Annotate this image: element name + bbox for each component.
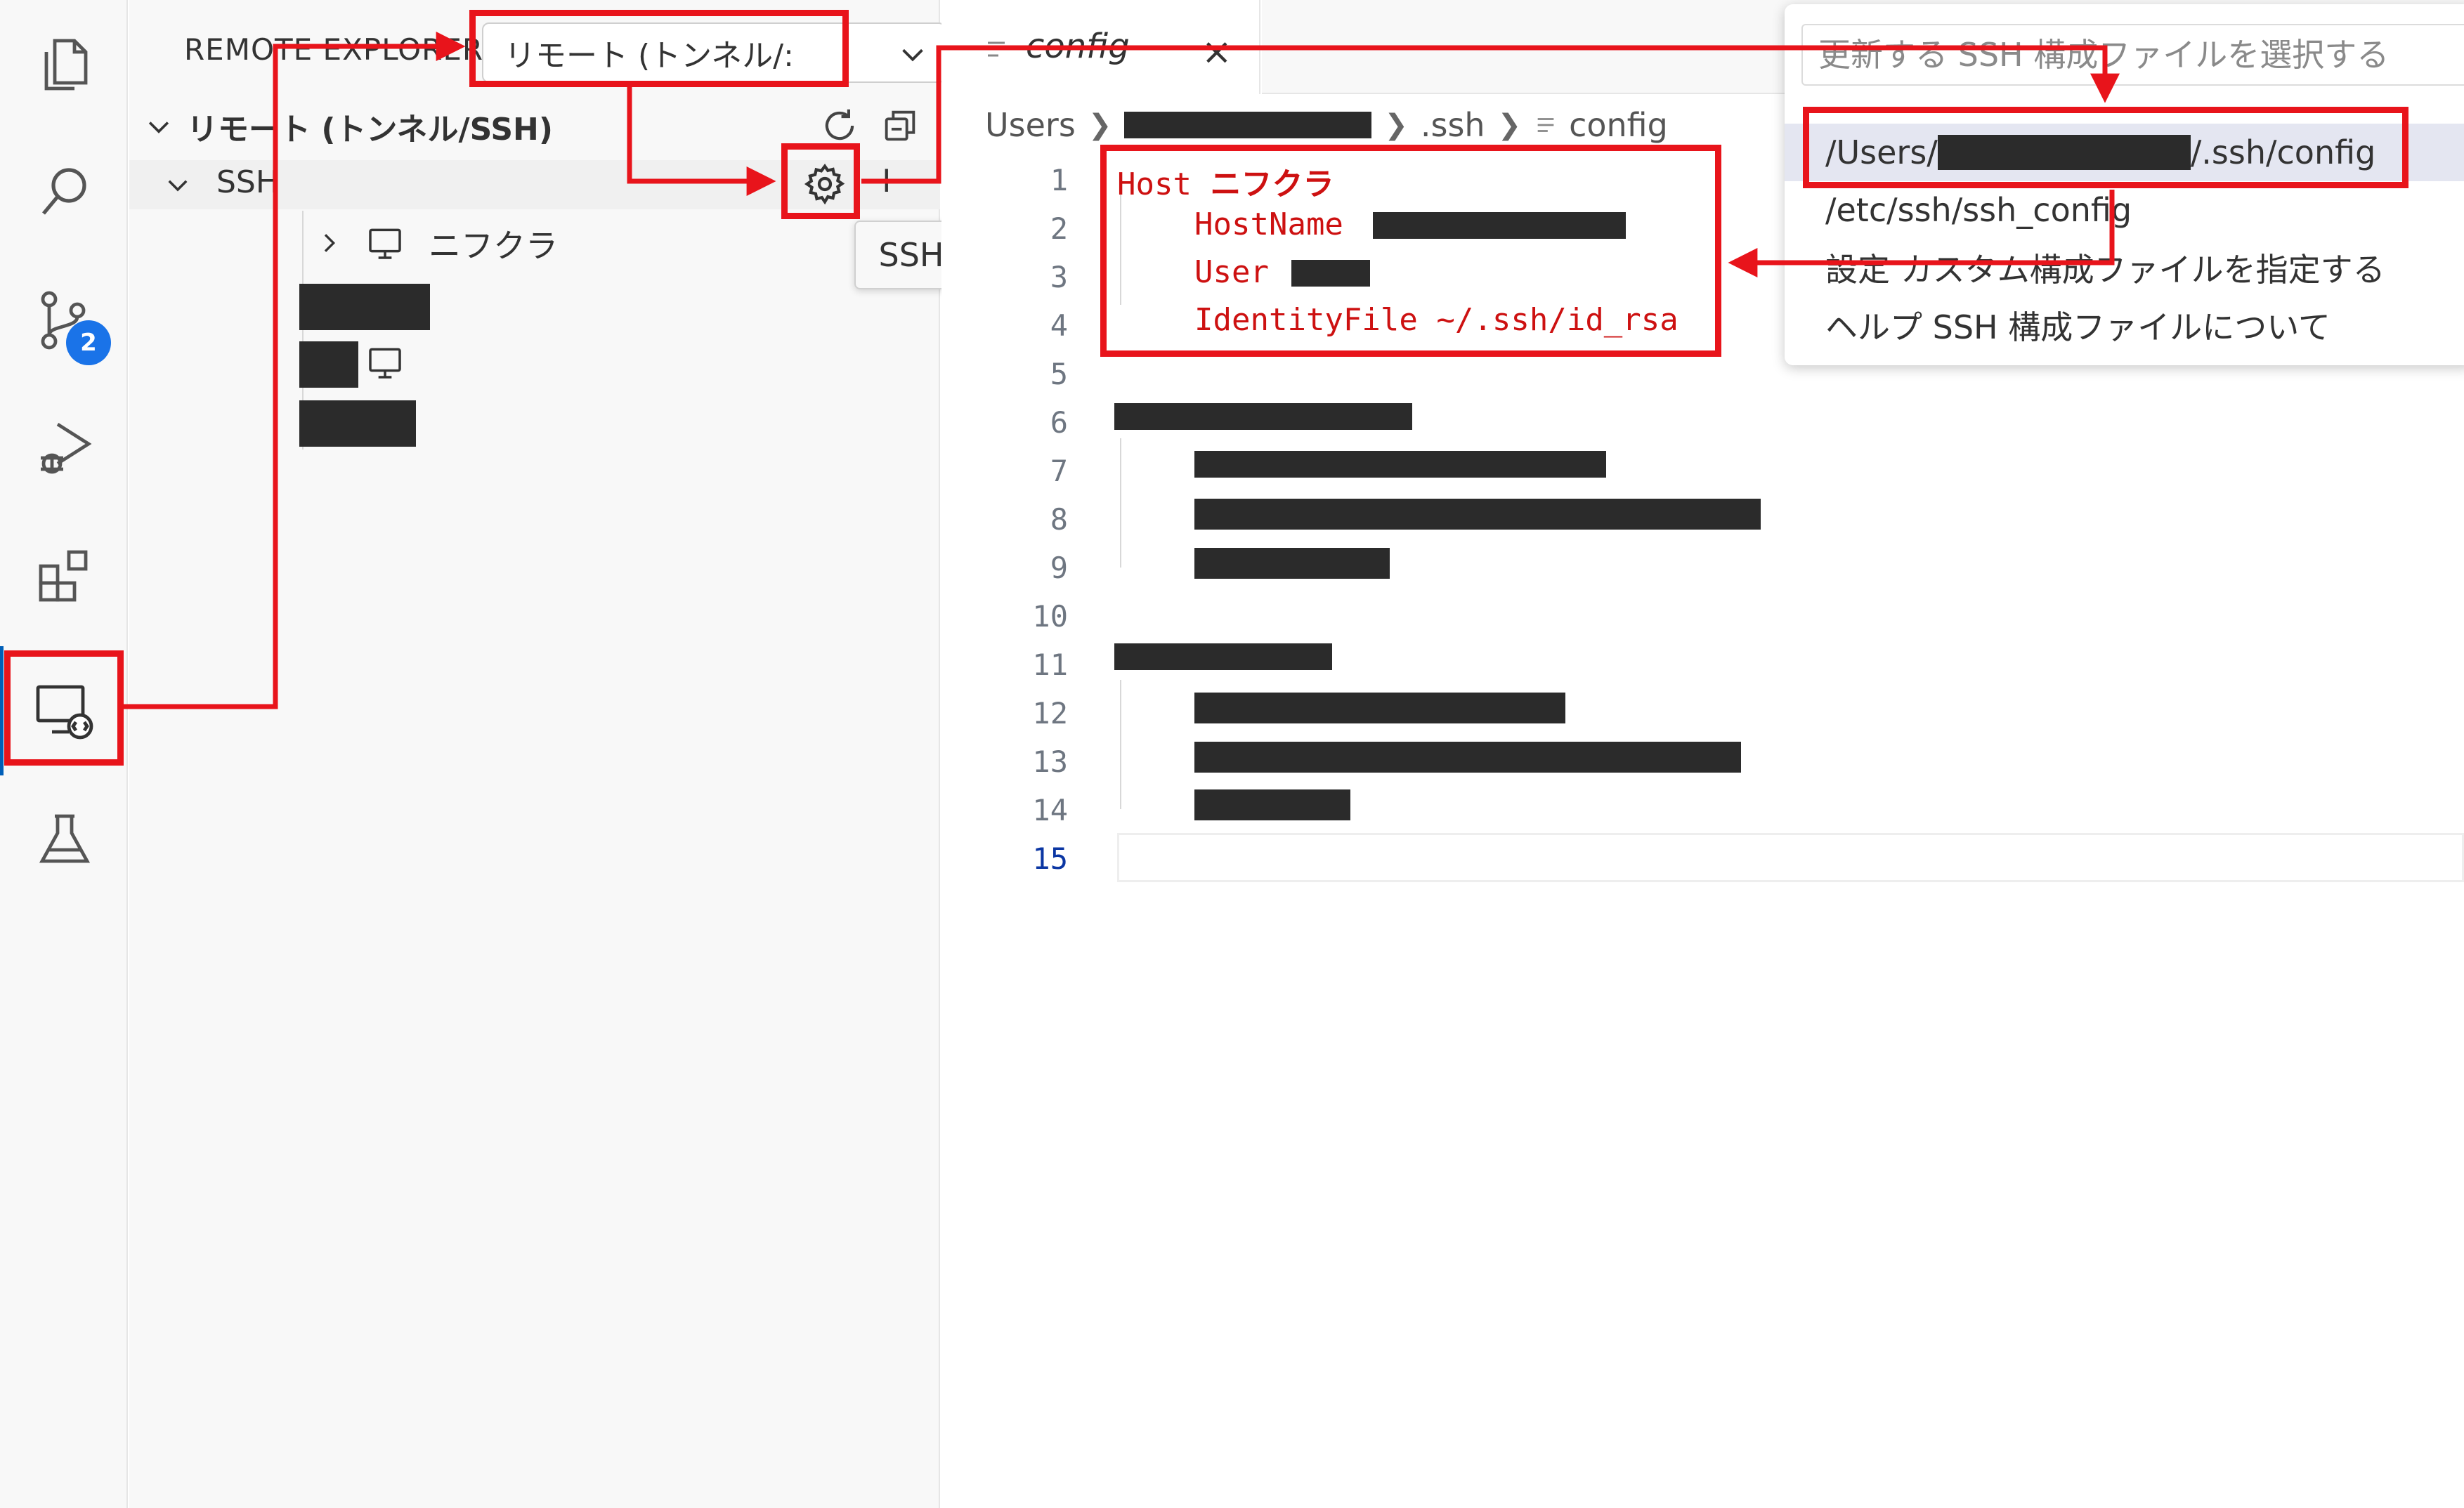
file-lines-icon <box>1537 118 1554 132</box>
file-lines-icon <box>988 41 1005 57</box>
annotation-box-gear <box>781 143 860 219</box>
annotation-box-dropdown <box>469 10 849 87</box>
redacted-code <box>1194 499 1761 530</box>
line-number: 14 <box>1032 793 1068 827</box>
remote-explorer-sidebar: REMOTE EXPLORER リモート (トンネル/: ··· リモート (ト… <box>129 0 1020 1508</box>
tab-label: config <box>1026 27 1130 66</box>
chevron-down-icon <box>902 48 923 62</box>
line-number: 6 <box>1050 405 1068 440</box>
line-number: 2 <box>1050 211 1068 246</box>
line-number: 11 <box>1032 648 1068 682</box>
chevron-right-icon: ❯ <box>1384 109 1408 141</box>
tab-config[interactable]: config × <box>941 0 1260 94</box>
active-indicator <box>0 646 4 775</box>
line-number: 3 <box>1050 260 1068 294</box>
sidebar-title: REMOTE EXPLORER <box>184 32 484 67</box>
collapse-all-icon[interactable] <box>880 105 920 146</box>
quick-pick-item-help[interactable]: ヘルプ SSH 構成ファイルについて <box>1785 296 2464 354</box>
line-number: 10 <box>1032 599 1068 634</box>
redacted-code <box>1194 451 1606 478</box>
line-number: 4 <box>1050 308 1068 343</box>
breadcrumb-item[interactable]: config <box>1569 106 1668 144</box>
host-label: ニフクラ <box>429 227 558 265</box>
redacted-host-label <box>299 284 430 330</box>
quick-pick-input[interactable] <box>1801 24 2464 86</box>
redacted-code <box>1114 403 1412 430</box>
section-title: リモート (トンネル/SSH) <box>187 112 553 147</box>
line-number: 7 <box>1050 454 1068 488</box>
source-control-badge: 2 <box>66 320 111 365</box>
redacted-code <box>1194 693 1565 723</box>
monitor-icon <box>369 228 401 259</box>
run-debug-icon[interactable] <box>32 416 97 480</box>
line-number: 8 <box>1050 502 1068 537</box>
ssh-group-label: SSH <box>216 164 279 200</box>
section-header[interactable]: リモート (トンネル/SSH) <box>143 104 930 149</box>
redacted-code <box>1194 548 1390 579</box>
line-number: 12 <box>1032 696 1068 730</box>
line-number: 9 <box>1050 551 1068 585</box>
add-host-button[interactable]: + <box>871 159 902 201</box>
testing-icon[interactable] <box>32 808 97 872</box>
monitor-icon <box>369 348 401 379</box>
close-icon[interactable]: × <box>1201 31 1232 73</box>
search-icon[interactable] <box>32 160 97 225</box>
host-item[interactable] <box>129 275 940 332</box>
chevron-right-icon <box>324 234 336 252</box>
annotation-box-remote-icon <box>4 650 124 766</box>
annotation-box-config-path <box>1803 107 2408 188</box>
indent-guide <box>1120 680 1121 809</box>
redacted-code <box>1114 643 1332 670</box>
quick-pick-item-custom-config[interactable]: 設定 カスタム構成ファイルを指定する <box>1785 239 2464 296</box>
host-item[interactable] <box>129 334 940 391</box>
breadcrumb: Users ❯ ❯ .ssh ❯ config <box>985 103 1668 147</box>
indent-guide <box>1120 438 1121 568</box>
redacted-code <box>1194 789 1350 820</box>
explorer-icon[interactable] <box>32 32 97 97</box>
redacted-host-label <box>299 341 358 388</box>
chevron-down-icon <box>148 122 169 133</box>
redacted-host-label <box>299 400 416 447</box>
extensions-icon[interactable] <box>32 544 97 608</box>
annotation-box-host-block <box>1100 145 1721 357</box>
breadcrumb-item[interactable]: .ssh <box>1421 106 1485 144</box>
quick-pick-item-system-config[interactable]: /etc/ssh/ssh_config <box>1785 181 2464 239</box>
redacted-username <box>1124 112 1372 138</box>
chevron-down-icon <box>168 180 188 192</box>
line-number: 15 <box>1032 841 1068 876</box>
refresh-icon[interactable] <box>818 104 861 147</box>
host-item[interactable]: ニフクラ <box>129 215 940 271</box>
redacted-code <box>1194 742 1741 773</box>
line-number: 1 <box>1050 163 1068 197</box>
line-number: 5 <box>1050 357 1068 391</box>
chevron-right-icon: ❯ <box>1088 109 1112 141</box>
line-number: 13 <box>1032 745 1068 779</box>
current-line-highlight <box>1117 833 2464 882</box>
chevron-right-icon: ❯ <box>1497 109 1522 141</box>
host-item[interactable] <box>129 393 940 450</box>
breadcrumb-item[interactable]: Users <box>985 106 1076 144</box>
